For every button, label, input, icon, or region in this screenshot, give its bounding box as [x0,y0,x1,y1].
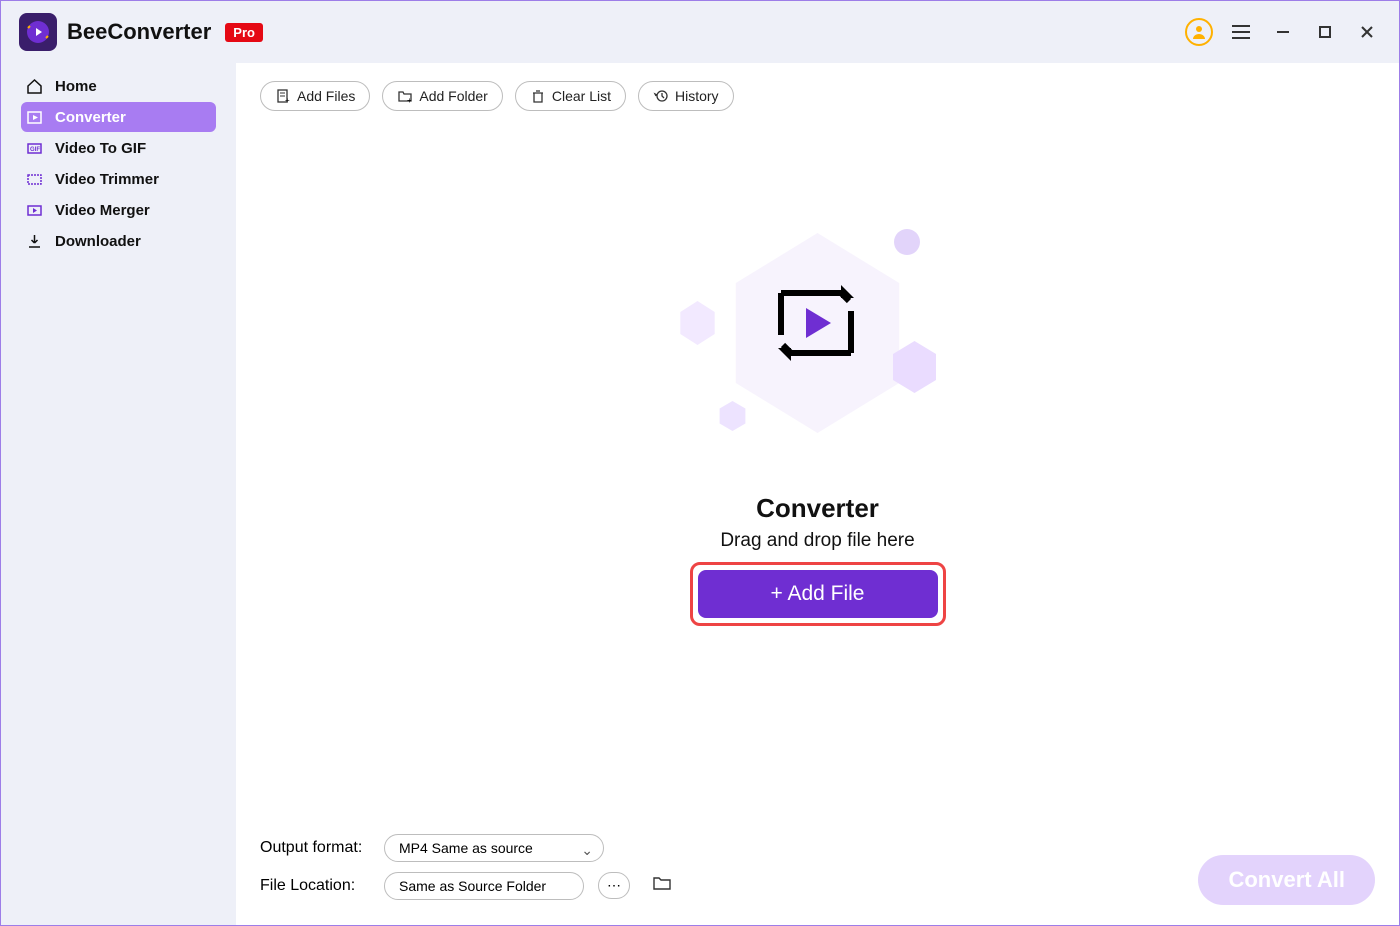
home-icon [25,78,43,95]
header-right [1185,18,1381,46]
sidebar-item-label: Converter [55,109,126,126]
minimize-icon [1275,24,1291,40]
sidebar-item-merger[interactable]: Video Merger [21,195,216,225]
add-file-button[interactable]: + Add File [698,570,938,618]
button-label: Clear List [552,88,611,104]
sidebar-item-trimmer[interactable]: Video Trimmer [21,164,216,194]
folder-icon [652,874,672,892]
output-format-label: Output format: [260,839,370,857]
button-label: Add Folder [419,88,487,104]
sidebar-item-label: Home [55,78,97,95]
toolbar: + Add Files + Add Folder Clear List Hist… [236,63,1399,129]
menu-icon [1230,23,1252,41]
logo-play-icon [26,20,50,44]
sidebar-item-converter[interactable]: Converter [21,102,216,132]
ellipsis-icon: ⋯ [607,877,621,893]
svg-text:+: + [407,96,412,104]
sidebar-item-label: Video To GIF [55,140,146,157]
center-subtitle: Drag and drop file here [720,530,914,552]
avatar-icon [1185,18,1213,46]
clear-list-button[interactable]: Clear List [515,81,626,111]
converter-icon [25,109,43,126]
output-format-select[interactable]: MP4 Same as source ⌄ [384,834,604,862]
sidebar-item-label: Video Trimmer [55,171,159,188]
sidebar-item-downloader[interactable]: Downloader [21,226,216,256]
history-icon [653,88,669,104]
pro-badge: Pro [225,23,263,42]
button-label: Add Files [297,88,355,104]
close-icon [1359,24,1375,40]
close-button[interactable] [1353,18,1381,46]
file-location-more-button[interactable]: ⋯ [598,872,630,899]
center-illustration [638,213,998,513]
svg-text:+: + [285,96,290,104]
svg-text:GIF: GIF [30,147,40,153]
add-file-highlight: + Add File [690,562,946,626]
sidebar-item-home[interactable]: Home [21,71,216,101]
add-files-button[interactable]: + Add Files [260,81,370,111]
sidebar-item-label: Video Merger [55,202,150,219]
drop-zone[interactable]: Converter Drag and drop file here + Add … [236,213,1399,626]
sidebar-item-gif[interactable]: GIF Video To GIF [21,133,216,163]
add-folder-button[interactable]: + Add Folder [382,81,502,111]
merger-icon [25,202,43,219]
maximize-button[interactable] [1311,18,1339,46]
app-logo [19,13,57,51]
minimize-button[interactable] [1269,18,1297,46]
convert-play-icon [766,273,866,373]
file-location-value: Same as Source Folder [399,878,546,894]
app-name: BeeConverter [67,19,211,45]
maximize-icon [1318,25,1332,39]
history-button[interactable]: History [638,81,734,111]
output-format-value: MP4 Same as source [399,840,533,856]
header-left: BeeConverter Pro [19,13,263,51]
account-button[interactable] [1185,18,1213,46]
trimmer-icon [25,171,43,188]
app-header: BeeConverter Pro [1,1,1399,63]
main-panel: + Add Files + Add Folder Clear List Hist… [236,63,1399,925]
add-file-icon: + [275,88,291,104]
sidebar: Home Converter GIF Video To GIF Video Tr… [1,63,236,925]
gif-icon: GIF [25,140,43,157]
trash-icon [530,88,546,104]
convert-all-button[interactable]: Convert All [1198,855,1375,905]
open-folder-button[interactable] [644,870,680,901]
download-icon [25,233,43,250]
file-location-select[interactable]: Same as Source Folder [384,872,584,900]
menu-button[interactable] [1227,18,1255,46]
add-folder-icon: + [397,88,413,104]
chevron-down-icon: ⌄ [581,842,593,859]
button-label: History [675,88,719,104]
file-location-label: File Location: [260,877,370,895]
sidebar-item-label: Downloader [55,233,141,250]
